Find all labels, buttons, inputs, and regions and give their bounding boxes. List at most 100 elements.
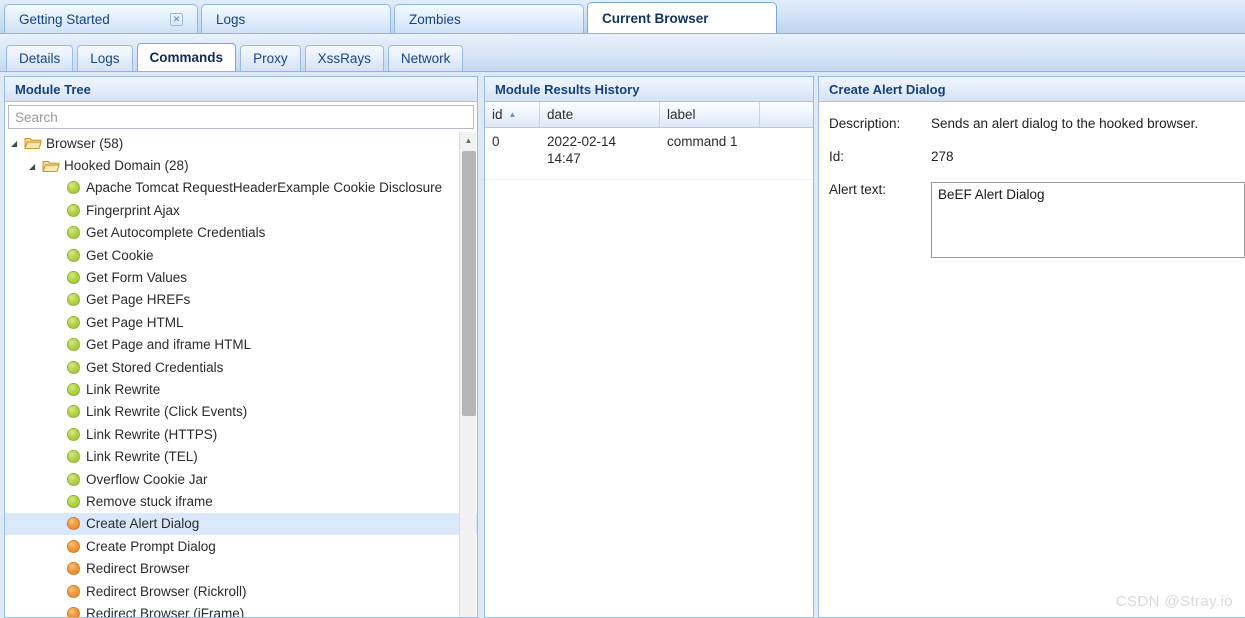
tree-item-label: Redirect Browser bbox=[86, 561, 190, 577]
search-wrapper bbox=[5, 102, 477, 129]
subtab-label: Commands bbox=[149, 50, 224, 65]
panel-title: Create Alert Dialog bbox=[829, 81, 946, 97]
column-header-id[interactable]: id ▲ bbox=[485, 102, 540, 127]
status-green-icon bbox=[67, 181, 80, 195]
status-green-icon bbox=[67, 226, 80, 240]
cell-label: command 1 bbox=[667, 134, 738, 149]
tree-item-redirect-browser[interactable]: Redirect Browser bbox=[5, 557, 477, 579]
tree-item-get-stored-credentials[interactable]: Get Stored Credentials bbox=[5, 356, 477, 378]
folder-open-icon bbox=[42, 159, 60, 173]
subtab-details[interactable]: Details bbox=[6, 45, 74, 71]
tree-item-label: Get Autocomplete Credentials bbox=[86, 225, 266, 241]
tree-item-label: Get Page HTML bbox=[86, 314, 184, 330]
subtab-label: Details bbox=[19, 51, 61, 66]
status-green-icon bbox=[67, 450, 80, 464]
tree-item-get-page-and-iframe-html[interactable]: Get Page and iframe HTML bbox=[5, 334, 477, 356]
tree-item-get-page-html[interactable]: Get Page HTML bbox=[5, 311, 477, 333]
status-green-icon bbox=[67, 360, 80, 374]
tree-item-create-prompt-dialog[interactable]: Create Prompt Dialog bbox=[5, 535, 477, 557]
status-orange-icon bbox=[67, 517, 80, 531]
chevron-up-icon[interactable]: ▲ bbox=[460, 132, 477, 149]
status-green-icon bbox=[67, 427, 80, 441]
alert-text-input[interactable] bbox=[931, 182, 1245, 258]
module-tree-header: Module Tree bbox=[5, 77, 477, 102]
tree-item-redirect-browser-rickroll[interactable]: Redirect Browser (Rickroll) bbox=[5, 580, 477, 602]
column-header-date[interactable]: date bbox=[540, 102, 660, 127]
tab-zombies[interactable]: Zombies bbox=[394, 4, 584, 33]
tree-item-get-form-values[interactable]: Get Form Values bbox=[5, 266, 477, 288]
status-green-icon bbox=[67, 338, 80, 352]
search-input[interactable] bbox=[8, 105, 474, 129]
tree-item-label: Browser (58) bbox=[46, 135, 124, 151]
table-row[interactable]: 0 2022-02-14 14:47 command 1 bbox=[485, 128, 813, 180]
status-green-icon bbox=[67, 405, 80, 419]
subtab-commands[interactable]: Commands bbox=[136, 43, 237, 71]
tree-item-link-rewrite[interactable]: Link Rewrite bbox=[5, 378, 477, 400]
tree-folder-hooked-domain-28[interactable]: ◢ Hooked Domain (28) bbox=[5, 154, 477, 176]
status-orange-icon bbox=[67, 606, 80, 617]
tree-item-apache-tomcat-requestheaderexample-cookie-disclosure[interactable]: Apache Tomcat RequestHeaderExample Cooki… bbox=[5, 177, 477, 199]
status-green-icon bbox=[67, 203, 80, 217]
field-value: 278 bbox=[931, 149, 954, 164]
subtab-label: Network bbox=[400, 51, 451, 66]
field-label: Id: bbox=[829, 149, 845, 164]
subtab-logs[interactable]: Logs bbox=[77, 45, 133, 71]
tree-item-label: Remove stuck iframe bbox=[86, 493, 213, 509]
tree-item-link-rewrite-tel[interactable]: Link Rewrite (TEL) bbox=[5, 445, 477, 467]
tree-item-label: Get Stored Credentials bbox=[86, 359, 224, 375]
status-green-icon bbox=[67, 248, 80, 262]
tree-item-link-rewrite-click-events[interactable]: Link Rewrite (Click Events) bbox=[5, 401, 477, 423]
column-header-filler bbox=[760, 102, 813, 127]
tree-item-label: Get Page and iframe HTML bbox=[86, 337, 252, 353]
tree-item-label: Overflow Cookie Jar bbox=[86, 471, 208, 487]
tree-item-get-autocomplete-credentials[interactable]: Get Autocomplete Credentials bbox=[5, 222, 477, 244]
field-label: Alert text: bbox=[829, 182, 887, 197]
command-detail-body: Description: Sends an alert dialog to th… bbox=[819, 102, 1245, 258]
module-tree-panel: Module Tree ◢ Browser (58) ◢ Hooked Domain … bbox=[4, 76, 478, 618]
tab-logs[interactable]: Logs bbox=[201, 4, 391, 33]
status-green-icon bbox=[67, 315, 80, 329]
tab-current-browser[interactable]: Current Browser bbox=[587, 2, 777, 33]
results-history-header: Module Results History bbox=[485, 77, 813, 102]
tree-item-redirect-browser-iframe[interactable]: Redirect Browser (iFrame) bbox=[5, 602, 477, 617]
tree-item-create-alert-dialog[interactable]: Create Alert Dialog bbox=[5, 512, 477, 536]
close-icon[interactable]: ✕ bbox=[170, 12, 183, 26]
tree-item-label: Apache Tomcat RequestHeaderExample Cooki… bbox=[86, 180, 443, 196]
column-header-label[interactable]: label bbox=[660, 102, 760, 127]
status-green-icon bbox=[67, 293, 80, 307]
tree-item-remove-stuck-iframe[interactable]: Remove stuck iframe bbox=[5, 490, 477, 512]
tree-item-get-cookie[interactable]: Get Cookie bbox=[5, 244, 477, 266]
tree-item-link-rewrite-https[interactable]: Link Rewrite (HTTPS) bbox=[5, 423, 477, 445]
scrollbar-thumb[interactable] bbox=[462, 151, 476, 416]
tree-item-label: Create Alert Dialog bbox=[86, 516, 200, 532]
status-green-icon bbox=[67, 271, 80, 285]
results-grid-header-row: id ▲ date label bbox=[485, 102, 813, 128]
subtab-xssrays[interactable]: XssRays bbox=[304, 45, 384, 71]
tree-item-fingerprint-ajax[interactable]: Fingerprint Ajax bbox=[5, 199, 477, 221]
cell-id: 0 bbox=[492, 134, 500, 149]
subtab-label: XssRays bbox=[317, 51, 371, 66]
subtab-proxy[interactable]: Proxy bbox=[240, 45, 301, 71]
tree-item-label: Fingerprint Ajax bbox=[86, 202, 180, 218]
subtab-network[interactable]: Network bbox=[387, 45, 464, 71]
command-detail-header: Create Alert Dialog bbox=[819, 77, 1245, 102]
status-green-icon bbox=[67, 472, 80, 486]
tree-item-label: Redirect Browser (iFrame) bbox=[86, 605, 245, 617]
tree-item-overflow-cookie-jar[interactable]: Overflow Cookie Jar bbox=[5, 468, 477, 490]
tree-item-label: Link Rewrite (TEL) bbox=[86, 449, 198, 465]
tree-item-label: Link Rewrite (Click Events) bbox=[86, 404, 248, 420]
status-orange-icon bbox=[67, 539, 80, 553]
tree-folder-browser-58[interactable]: ◢ Browser (58) bbox=[5, 132, 477, 154]
tab-label: Getting Started bbox=[19, 11, 110, 27]
tree-item-get-page-hrefs[interactable]: Get Page HREFs bbox=[5, 289, 477, 311]
tree-item-label: Redirect Browser (Rickroll) bbox=[86, 583, 247, 599]
triangle-down-icon[interactable]: ◢ bbox=[11, 140, 24, 148]
column-label: label bbox=[667, 107, 696, 122]
module-tree-list[interactable]: ◢ Browser (58) ◢ Hooked Domain (28) Apache T… bbox=[5, 132, 477, 617]
tree-vertical-scrollbar[interactable]: ▲ bbox=[459, 132, 476, 617]
triangle-down-icon[interactable]: ◢ bbox=[29, 162, 42, 171]
column-label: id bbox=[492, 107, 503, 122]
tab-getting-started[interactable]: Getting Started ✕ bbox=[4, 4, 198, 33]
status-orange-icon bbox=[67, 584, 80, 598]
folder-open-icon bbox=[24, 136, 42, 150]
